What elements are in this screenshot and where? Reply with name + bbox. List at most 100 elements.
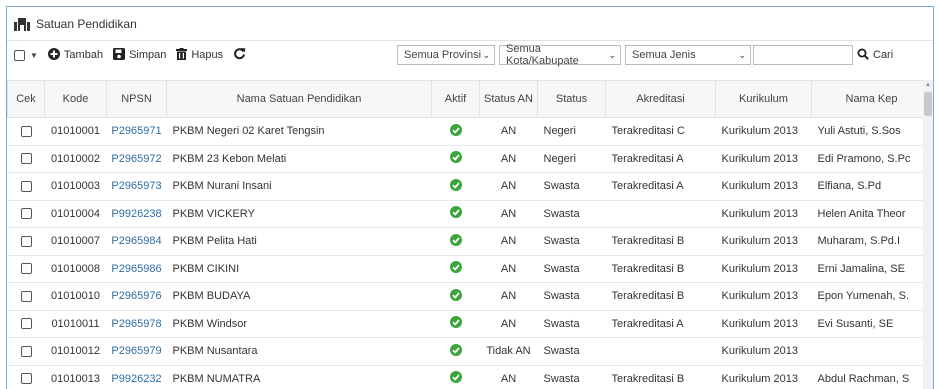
delete-button[interactable]: Hapus	[176, 47, 224, 63]
cell-status: Swasta	[537, 172, 606, 201]
chevron-down-icon: ⌄	[738, 49, 746, 60]
table-row[interactable]: 01010004 P9926238 PKBM VICKERY AN Swasta Kuri…	[7, 200, 932, 228]
panel-title: Satuan Pendidikan	[36, 16, 137, 31]
cell-npsn-link[interactable]: P9926232	[106, 365, 167, 389]
panel-header: Satuan Pendidikan	[7, 7, 933, 41]
cell-npsn-link[interactable]: P9926238	[106, 200, 167, 228]
search-icon	[857, 48, 869, 63]
province-filter-value: Semua Provinsi	[404, 49, 482, 61]
cell-kode: 01010007	[44, 227, 107, 256]
column-header-status[interactable]: Status	[537, 80, 606, 118]
row-checkbox[interactable]	[20, 290, 32, 302]
column-header-kurikulum[interactable]: Kurikulum	[715, 80, 812, 118]
column-header-nama[interactable]: Nama Satuan Pendidikan	[166, 80, 432, 118]
cell-aktif	[431, 117, 480, 146]
column-header-status-an[interactable]: Status AN	[479, 80, 538, 118]
table-row[interactable]: 01010001 P2965971 PKBM Negeri 02 Karet Ten…	[7, 117, 932, 146]
table-row[interactable]: 01010003 P2965973 PKBM Nurani Insani AN Swas…	[7, 172, 932, 201]
search-input[interactable]	[753, 45, 853, 65]
table-row[interactable]: 01010010 P2965976 PKBM BUDAYA AN Swasta Terak…	[7, 282, 932, 311]
cell-kurikulum: Kurikulum 2013	[715, 227, 812, 256]
cell-nama-kepala: Muharam, S.Pd.I	[811, 227, 932, 256]
column-header-akreditasi[interactable]: Akreditasi	[605, 80, 716, 118]
table-row[interactable]: 01010012 P2965979 PKBM Nusantara Tidak AN Sw…	[7, 337, 932, 366]
column-header-kode[interactable]: Kode	[44, 80, 107, 118]
check-circle-icon	[449, 343, 462, 359]
column-header-npsn[interactable]: NPSN	[106, 80, 167, 118]
row-checkbox[interactable]	[20, 208, 32, 220]
delete-button-label: Hapus	[191, 49, 224, 61]
cell-kode: 01010008	[44, 255, 107, 283]
cell-nama: PKBM 23 Kebon Melati	[166, 145, 432, 173]
row-checkbox[interactable]	[20, 263, 32, 275]
check-circle-icon	[449, 123, 462, 139]
cell-npsn-link[interactable]: P2965972	[106, 145, 167, 173]
scrollbar-thumb[interactable]	[924, 92, 932, 116]
cell-kurikulum: Kurikulum 2013	[715, 310, 812, 338]
table-row[interactable]: 01010011 P2965978 PKBM Windsor AN Swasta Tera…	[7, 310, 932, 338]
cell-akreditasi: Terakreditasi A	[605, 145, 716, 173]
row-checkbox[interactable]	[20, 153, 32, 165]
plus-circle-icon	[47, 47, 60, 63]
save-button[interactable]: Simpan	[113, 47, 166, 63]
cell-npsn-link[interactable]: P2965986	[106, 255, 167, 283]
cell-aktif	[431, 227, 480, 256]
table-row[interactable]: 01010008 P2965986 PKBM CIKINI AN Swasta Terak…	[7, 255, 932, 283]
add-button[interactable]: Tambah	[47, 47, 103, 63]
cell-npsn-link[interactable]: P2965978	[106, 310, 167, 338]
select-all-checkbox[interactable]: ▼	[14, 49, 38, 61]
cell-akreditasi: Terakreditasi B	[605, 282, 716, 311]
column-header-cek[interactable]: Cek	[7, 80, 45, 118]
column-header-nama-kepala[interactable]: Nama Kep	[811, 80, 932, 118]
cell-aktif	[431, 172, 480, 201]
row-checkbox[interactable]	[20, 318, 32, 330]
cell-kode: 01010012	[44, 337, 107, 366]
cell-npsn-link[interactable]: P2965971	[106, 117, 167, 146]
type-filter-select[interactable]: Semua Jenis ⌄	[625, 45, 751, 65]
check-circle-icon	[449, 178, 462, 194]
floppy-disk-icon	[113, 47, 126, 63]
cell-kode: 01010011	[44, 310, 107, 338]
cell-npsn-link[interactable]: P2965973	[106, 172, 167, 201]
row-checkbox-cell	[7, 117, 45, 146]
cell-nama: PKBM Nusantara	[166, 337, 432, 366]
cell-nama-kepala: Epon Yumenah, S.	[811, 282, 932, 311]
refresh-button[interactable]	[233, 47, 246, 63]
scroll-up-icon[interactable]: ▲	[925, 82, 931, 88]
column-header-aktif[interactable]: Aktif	[431, 80, 480, 118]
row-checkbox[interactable]	[20, 235, 32, 247]
cell-kode: 01010002	[44, 145, 107, 173]
cell-npsn-link[interactable]: P2965984	[106, 227, 167, 256]
row-checkbox[interactable]	[20, 180, 32, 192]
row-checkbox-cell	[7, 227, 45, 256]
cell-aktif	[431, 310, 480, 338]
cell-akreditasi	[605, 337, 716, 366]
cell-status: Swasta	[537, 365, 606, 389]
city-filter-select[interactable]: Semua Kota/Kabupate ⌄	[499, 43, 621, 67]
vertical-scrollbar[interactable]: ▲	[923, 80, 933, 389]
cell-kode: 01010013	[44, 365, 107, 389]
city-filter-value: Semua Kota/Kabupate	[506, 43, 579, 67]
cell-status-an: AN	[479, 365, 538, 389]
cell-status-an: AN	[479, 282, 538, 311]
cell-kurikulum: Kurikulum 2013	[715, 365, 812, 389]
cell-nama-kepala: Helen Anita Theor	[811, 200, 932, 228]
row-checkbox[interactable]	[20, 373, 32, 385]
table-row[interactable]: 01010002 P2965972 PKBM 23 Kebon Melati AN Ne…	[7, 145, 932, 173]
province-filter-select[interactable]: Semua Provinsi ⌄	[397, 45, 495, 65]
table-row[interactable]: 01010007 P2965984 PKBM Pelita Hati AN Swasta…	[7, 227, 932, 256]
chevron-down-icon: ⌄	[608, 49, 616, 60]
cell-npsn-link[interactable]: P2965979	[106, 337, 167, 366]
search-button[interactable]: Cari	[857, 45, 893, 65]
cell-akreditasi: Terakreditasi B	[605, 255, 716, 283]
chevron-down-icon[interactable]: ▼	[30, 51, 38, 60]
cell-status: Swasta	[537, 255, 606, 283]
row-checkbox[interactable]	[20, 345, 32, 357]
row-checkbox[interactable]	[20, 125, 32, 137]
cell-npsn-link[interactable]: P2965976	[106, 282, 167, 311]
cell-nama: PKBM Negeri 02 Karet Tengsin	[166, 117, 432, 146]
cell-akreditasi: Terakreditasi A	[605, 310, 716, 338]
cell-kurikulum: Kurikulum 2013	[715, 200, 812, 228]
row-checkbox-cell	[7, 255, 45, 283]
table-row[interactable]: 01010013 P9926232 PKBM NUMATRA AN Swasta Tera…	[7, 365, 932, 389]
